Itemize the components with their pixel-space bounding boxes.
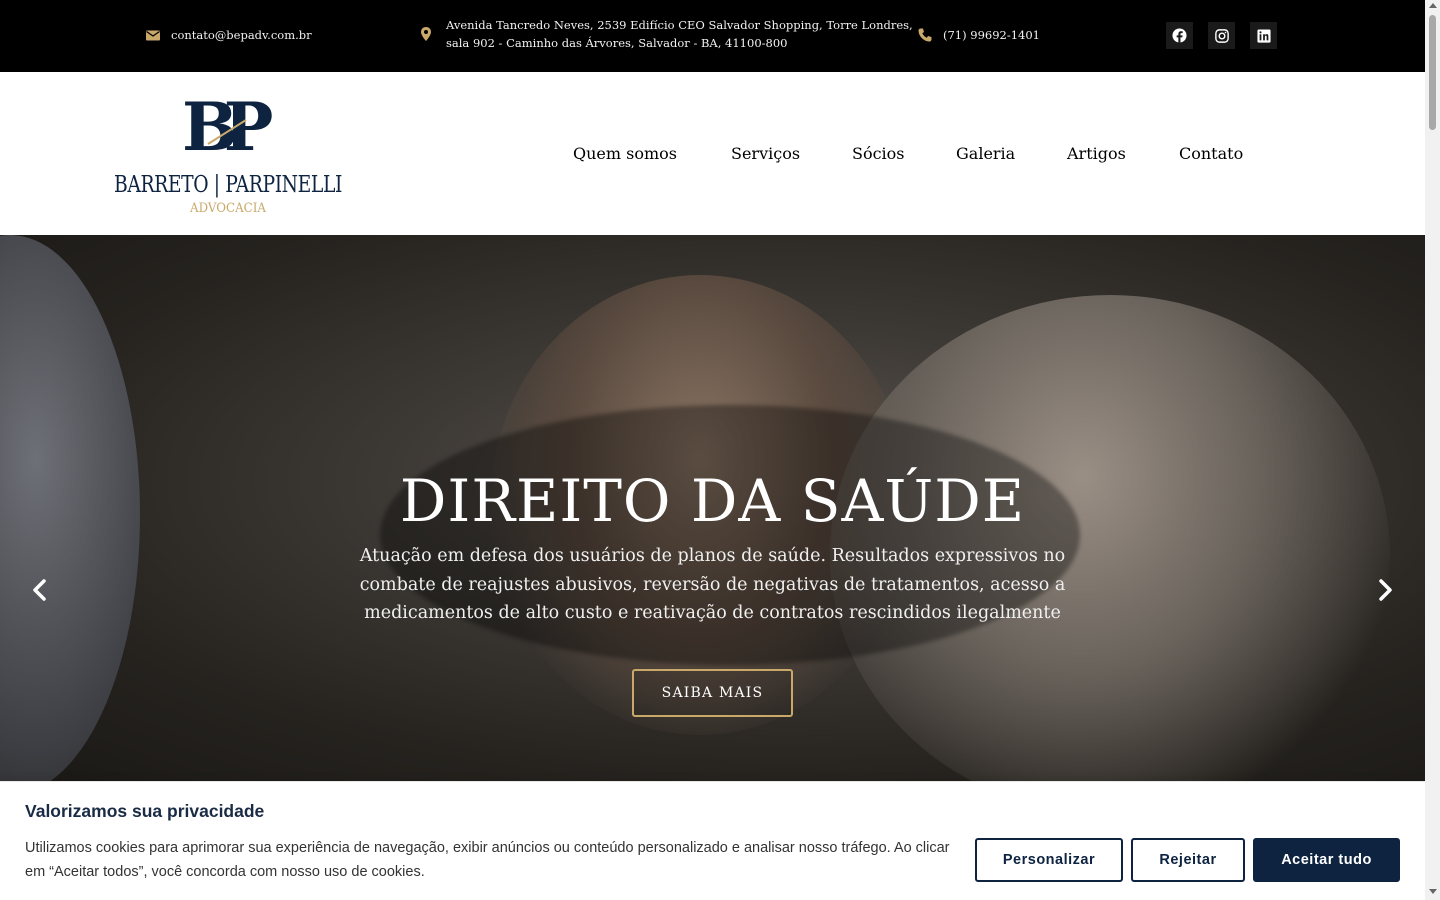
instagram-link[interactable] <box>1208 22 1235 49</box>
phone-contact[interactable]: (71) 99692-1401 <box>917 27 1040 43</box>
email-text: contato@bepadv.com.br <box>171 28 312 42</box>
site-header: BP BARRETO | PARPINELLI ADVOCACIA Quem s… <box>0 72 1425 235</box>
address-line-2: sala 902 - Caminho das Árvores, Salvador… <box>446 36 788 50</box>
customize-cookies-button[interactable]: Personalizar <box>975 838 1123 882</box>
cookie-text: Utilizamos cookies para aprimorar sua ex… <box>25 840 950 880</box>
nav-artigos[interactable]: Artigos <box>1067 144 1126 163</box>
hero-title: DIREITO DA SAÚDE <box>399 467 1026 535</box>
scrollbar-thumb[interactable] <box>1429 15 1436 130</box>
scroll-down-arrow-icon[interactable] <box>1429 889 1437 894</box>
address-contact: Avenida Tancredo Neves, 2539 Edifício CE… <box>418 16 913 52</box>
phone-text: (71) 99692-1401 <box>943 28 1040 42</box>
cookie-consent-banner: Valorizamos sua privacidade Utilizamos c… <box>0 781 1425 900</box>
logo-image: BP BARRETO | PARPINELLI ADVOCACIA <box>114 88 343 216</box>
svg-text:BP: BP <box>182 92 272 166</box>
hero-subtitle: Atuação em defesa dos usuários de planos… <box>359 546 1066 623</box>
map-pin-icon <box>421 27 431 41</box>
linkedin-icon <box>1256 28 1271 43</box>
svg-text:BARRETO | PARPINELLI: BARRETO | PARPINELLI <box>114 172 342 198</box>
envelope-icon <box>146 30 160 41</box>
top-contact-bar: contato@bepadv.com.br Avenida Tancredo N… <box>0 0 1425 72</box>
nav-socios[interactable]: Sócios <box>852 144 905 163</box>
page: contato@bepadv.com.br Avenida Tancredo N… <box>0 0 1425 900</box>
slider-next-arrow-icon[interactable] <box>1375 578 1395 602</box>
reject-cookies-button[interactable]: Rejeitar <box>1131 838 1245 882</box>
address-line-1: Avenida Tancredo Neves, 2539 Edifício CE… <box>446 18 913 32</box>
accept-all-cookies-button[interactable]: Aceitar tudo <box>1253 838 1400 882</box>
saiba-mais-button[interactable]: SAIBA MAIS <box>632 669 793 717</box>
nav-galeria[interactable]: Galeria <box>956 144 1015 163</box>
slider-prev-arrow-icon[interactable] <box>30 578 50 602</box>
nav-quem-somos[interactable]: Quem somos <box>573 144 677 163</box>
cookie-title: Valorizamos sua privacidade <box>25 801 265 821</box>
page-scrollbar[interactable] <box>1425 0 1440 900</box>
scroll-up-arrow-icon[interactable] <box>1429 3 1437 8</box>
facebook-icon <box>1172 28 1187 43</box>
email-contact[interactable]: contato@bepadv.com.br <box>145 27 312 43</box>
nav-servicos[interactable]: Serviços <box>731 144 800 163</box>
svg-text:ADVOCACIA: ADVOCACIA <box>189 201 266 216</box>
instagram-icon <box>1214 28 1229 43</box>
phone-icon <box>918 28 932 42</box>
hero-slider: DIREITO DA SAÚDE Atuação em defesa dos u… <box>0 235 1425 781</box>
facebook-link[interactable] <box>1166 22 1193 49</box>
site-logo[interactable]: BP BARRETO | PARPINELLI ADVOCACIA <box>110 88 346 218</box>
nav-contato[interactable]: Contato <box>1179 144 1243 163</box>
linkedin-link[interactable] <box>1250 22 1277 49</box>
